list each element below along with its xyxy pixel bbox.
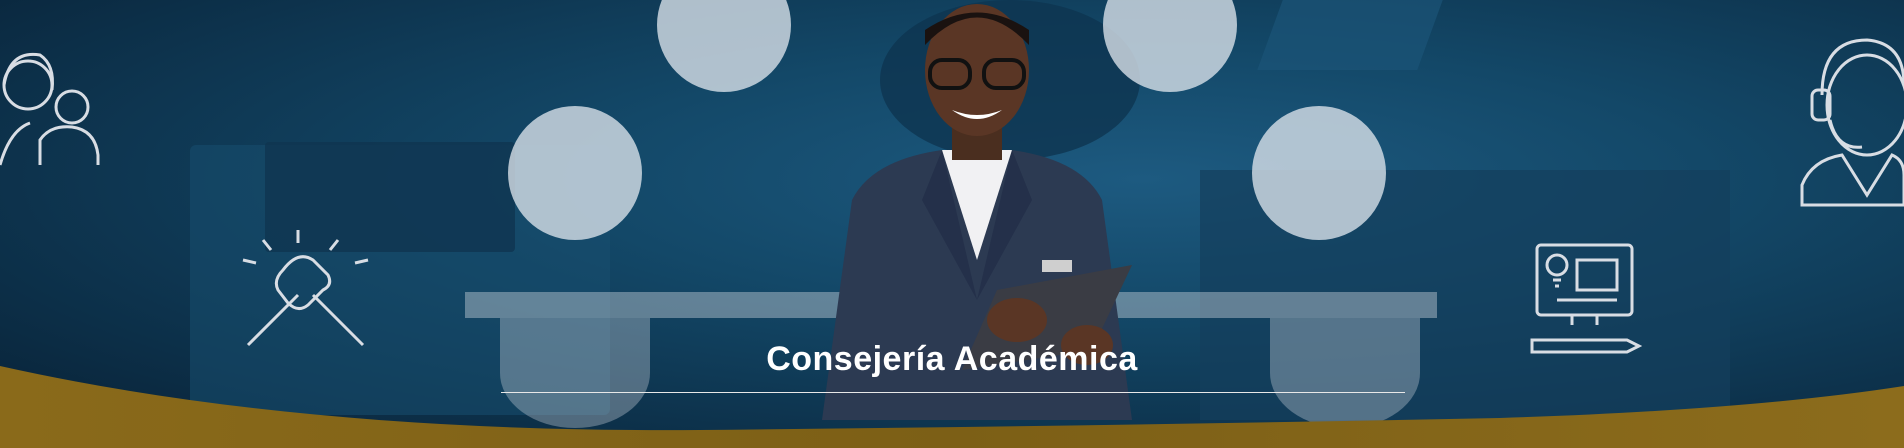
lightbulb-computer-icon <box>1530 243 1642 354</box>
hero-banner: Consejería Académica <box>0 0 1904 448</box>
advisors-icon <box>0 52 100 166</box>
background-lamp <box>1257 0 1443 70</box>
title-underline <box>501 392 1405 393</box>
decor-circle <box>657 0 791 92</box>
headset-support-icon <box>1800 38 1904 207</box>
handshake-icon <box>242 230 369 347</box>
decor-circle <box>508 106 642 240</box>
decor-circle <box>1252 106 1386 240</box>
page-title: Consejería Académica <box>766 340 1138 378</box>
